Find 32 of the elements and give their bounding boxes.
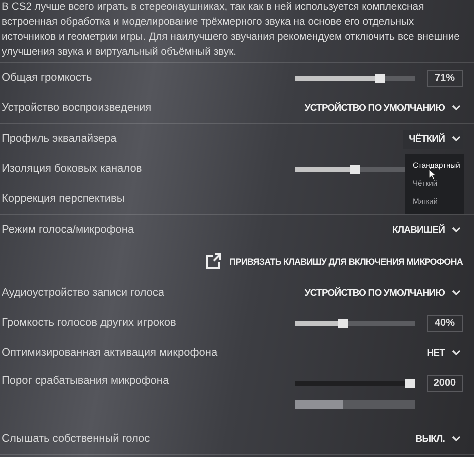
setting-label: Устройство воспроизведения — [2, 102, 152, 114]
setting-label: Изоляция боковых каналов — [2, 163, 142, 175]
setting-label: Аудиоустройство записи голоса — [2, 287, 165, 299]
chevron-icon — [452, 105, 461, 111]
dropdown[interactable]: НЕТ — [421, 344, 463, 362]
setting-label: Порог срабатывания микрофона — [2, 375, 170, 387]
setting-label: Профиль эквалайзера — [2, 133, 117, 145]
value-field[interactable]: 2000 — [427, 375, 463, 392]
dropdown[interactable]: УСТРОЙСТВО ПО УМОЛЧАНИЮ — [298, 284, 463, 302]
value-field[interactable]: 40% — [427, 314, 463, 332]
setting-label: Общая громкость — [2, 72, 92, 84]
cursor-icon — [429, 169, 437, 180]
dropdown[interactable]: ЧЁТКИЙ — [403, 130, 463, 148]
setting-label: Слышать собственный голос — [2, 433, 150, 445]
setting-label: Оптимизированная активация микрофона — [2, 347, 218, 359]
chevron-icon — [452, 227, 461, 233]
chevron-icon — [452, 436, 461, 442]
external-link-icon — [204, 253, 222, 270]
dropdown[interactable]: ВЫКЛ. — [410, 430, 463, 448]
chevron-icon — [452, 136, 461, 142]
chevron-icon — [452, 290, 461, 296]
bind-key-link[interactable]: ПРИВЯЗАТЬ КЛАВИШУ ДЛЯ ВКЛЮЧЕНИЯ МИКРОФОНА — [204, 253, 463, 270]
setting-label: Режим голоса/микрофона — [2, 224, 134, 236]
setting-label: Громкость голосов других игроков — [2, 317, 176, 329]
chevron-icon — [452, 350, 461, 356]
setting-label: Коррекция перспективы — [2, 193, 125, 205]
slider[interactable] — [295, 76, 415, 80]
slider[interactable] — [295, 320, 415, 326]
dropdown[interactable]: УСТРОЙСТВО ПО УМОЛЧАНИЮ — [298, 98, 463, 118]
value-field[interactable]: 71% — [427, 70, 463, 86]
dropdown[interactable]: КЛАВИШЕЙ — [386, 220, 463, 240]
intro-text: В CS2 лучше всего играть в стереонаушниках, так как в ней используется комплексная встроенная обработка и моделирование трёхмерного звука на основе его отдельных источников и геометрии игры. Для наилучшего звучания рекомендуем отключить все внешние улучшения звука и виртуальный объёмный звук. — [1, 1, 461, 60]
